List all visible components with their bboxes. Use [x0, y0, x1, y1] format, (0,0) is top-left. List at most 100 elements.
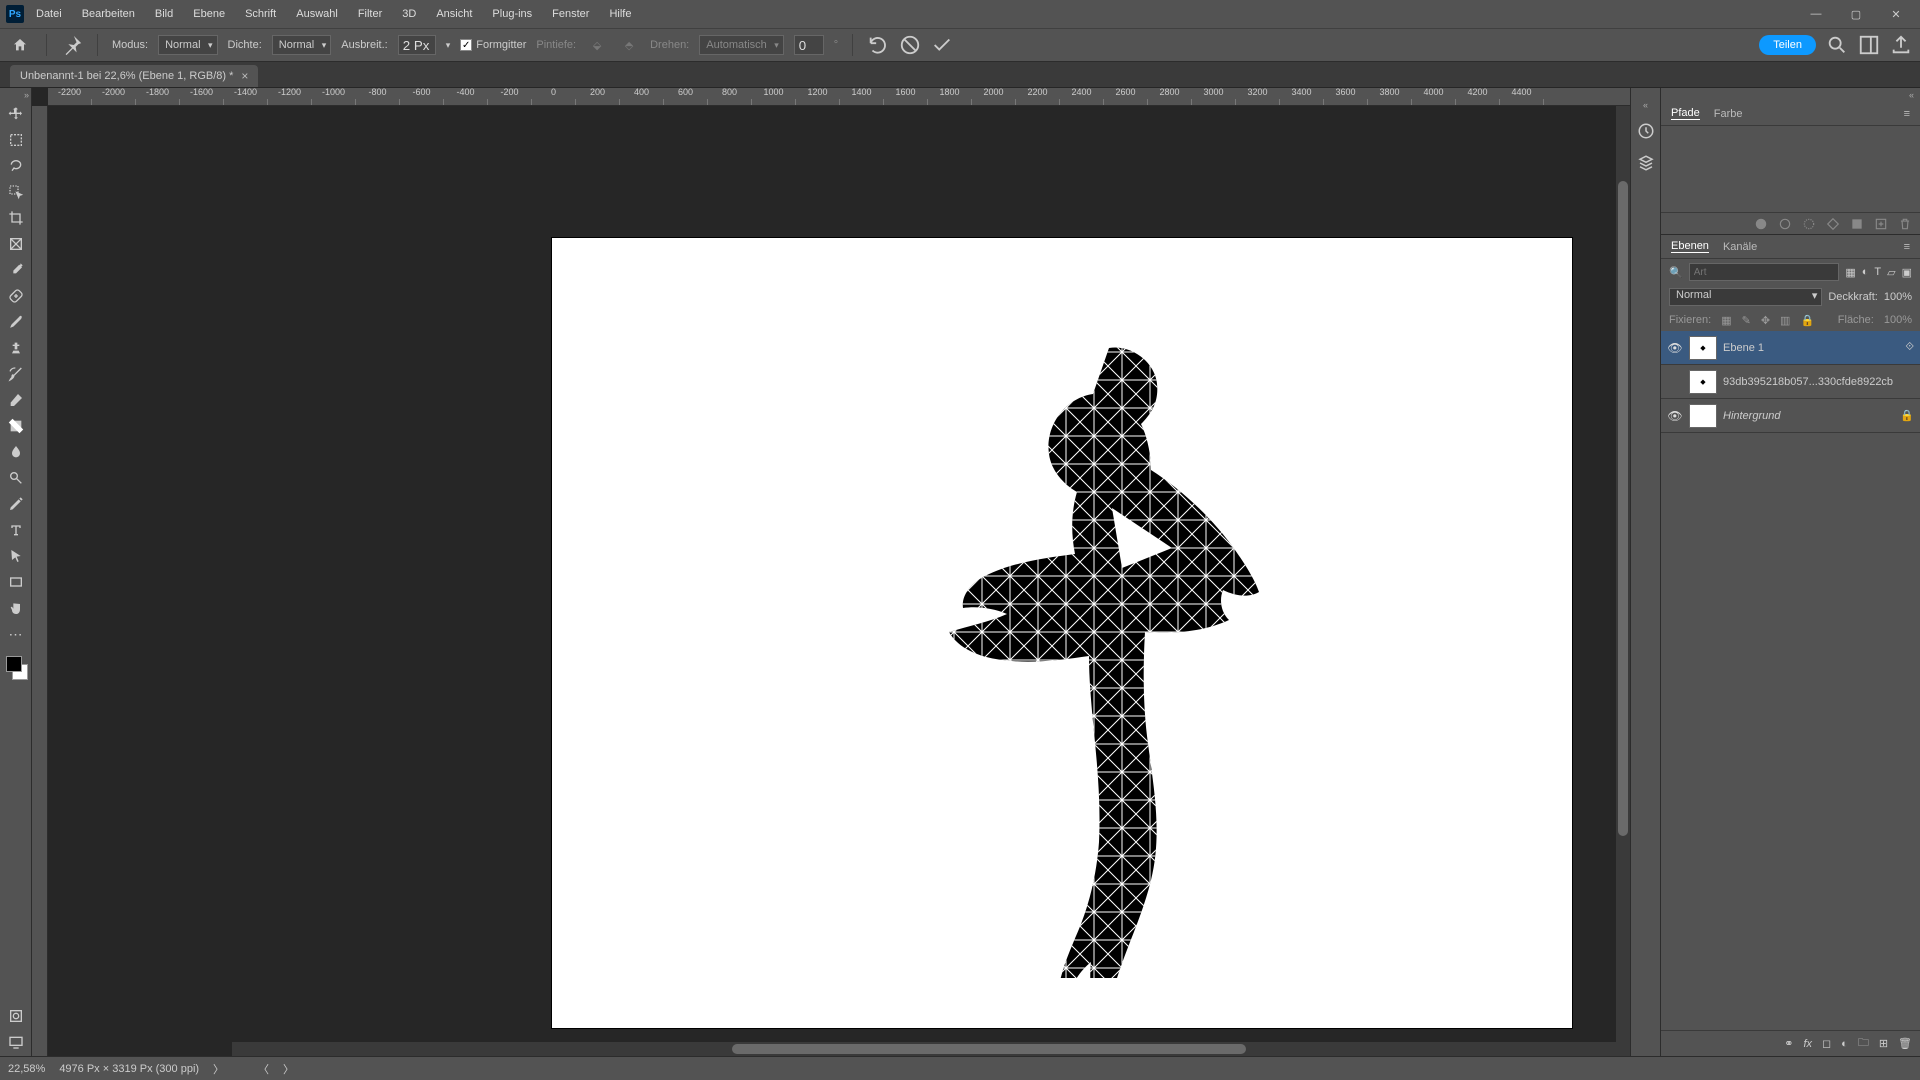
doc-info[interactable]: 4976 Px × 3319 Px (300 ppi) — [59, 1063, 199, 1075]
layer-thumbnail[interactable]: ◆ — [1689, 336, 1717, 360]
frame-tool[interactable] — [2, 232, 30, 256]
filter-shape-icon[interactable]: ▱ — [1887, 266, 1895, 279]
layer-thumbnail[interactable]: ◆ — [1689, 370, 1717, 394]
dodge-tool[interactable] — [2, 466, 30, 490]
tab-pfade[interactable]: Pfade — [1671, 107, 1700, 120]
filter-adjust-icon[interactable]: ◐ — [1862, 266, 1869, 278]
timeline-prev-icon[interactable]: 〈 — [258, 1061, 269, 1077]
selection-to-path-icon[interactable] — [1826, 217, 1840, 231]
canvas-area[interactable]: -2200-2000-1800-1600-1400-1200-1000-800-… — [32, 88, 1660, 1056]
workspace-button[interactable] — [1858, 34, 1880, 56]
blur-tool[interactable] — [2, 440, 30, 464]
layer-filter-input[interactable] — [1689, 263, 1840, 281]
window-close[interactable]: ✕ — [1878, 2, 1914, 26]
brush-tool[interactable] — [2, 310, 30, 334]
foreground-color[interactable] — [6, 656, 22, 672]
layer-visibility-icon[interactable] — [1667, 374, 1683, 390]
menu-auswahl[interactable]: Auswahl — [288, 4, 346, 24]
menu-ansicht[interactable]: Ansicht — [428, 4, 480, 24]
fill-path-icon[interactable] — [1754, 217, 1768, 231]
home-button[interactable] — [8, 33, 32, 57]
lock-nest-icon[interactable]: ▥ — [1780, 314, 1790, 327]
layers-panel-menu-icon[interactable]: ≡ — [1904, 241, 1910, 253]
doc-info-chevron[interactable]: 〉 — [213, 1061, 224, 1077]
lock-paint-icon[interactable]: ✎ — [1742, 314, 1751, 327]
zoom-level[interactable]: 22,58% — [8, 1063, 45, 1075]
tab-ebenen[interactable]: Ebenen — [1671, 240, 1709, 253]
vertical-scrollbar[interactable] — [1616, 106, 1630, 1042]
opacity-value[interactable]: 100% — [1884, 291, 1912, 303]
add-mask-icon[interactable] — [1850, 217, 1864, 231]
path-select-tool[interactable] — [2, 544, 30, 568]
crop-tool[interactable] — [2, 206, 30, 230]
tab-farbe[interactable]: Farbe — [1714, 108, 1743, 120]
type-tool[interactable] — [2, 518, 30, 542]
new-path-icon[interactable] — [1874, 217, 1888, 231]
pen-tool[interactable] — [2, 492, 30, 516]
search-button[interactable] — [1826, 34, 1848, 56]
layer-mask-icon[interactable]: ◻ — [1822, 1037, 1831, 1050]
rectangle-tool[interactable] — [2, 570, 30, 594]
panel-menu-icon[interactable]: ≡ — [1904, 108, 1910, 120]
gradient-tool[interactable] — [2, 414, 30, 438]
filter-smart-icon[interactable]: ▣ — [1902, 266, 1912, 279]
clone-stamp-tool[interactable] — [2, 336, 30, 360]
dichte-dropdown[interactable]: Normal — [272, 35, 331, 55]
screen-mode-tool[interactable] — [2, 1030, 30, 1054]
lock-pos-icon[interactable]: ✥ — [1761, 314, 1770, 327]
tab-kanaele[interactable]: Kanäle — [1723, 241, 1757, 253]
quick-mask-tool[interactable] — [2, 1004, 30, 1028]
layer-row[interactable]: 👁◆Ebene 1⟐ — [1661, 331, 1920, 365]
layer-visibility-icon[interactable]: 👁 — [1667, 408, 1683, 424]
cancel-button[interactable] — [899, 34, 921, 56]
menu-datei[interactable]: Datei — [28, 4, 70, 24]
move-tool[interactable] — [2, 102, 30, 126]
layer-name[interactable]: 93db395218b057...330cfde8922cb — [1723, 376, 1914, 388]
document-canvas[interactable] — [552, 238, 1572, 1028]
menu-schrift[interactable]: Schrift — [237, 4, 284, 24]
lock-icon[interactable]: 🔒 — [1900, 409, 1914, 422]
object-select-tool[interactable] — [2, 180, 30, 204]
eyedropper-tool[interactable] — [2, 258, 30, 282]
toolbox-expand-icon[interactable]: » — [24, 90, 29, 100]
new-layer-icon[interactable]: ⊞ — [1879, 1037, 1888, 1050]
layer-visibility-icon[interactable]: 👁 — [1667, 340, 1683, 356]
hand-tool[interactable] — [2, 596, 30, 620]
share-button[interactable]: Teilen — [1759, 35, 1816, 55]
commit-button[interactable] — [931, 34, 953, 56]
layer-fx-icon[interactable]: fx — [1803, 1038, 1812, 1050]
delete-path-icon[interactable] — [1898, 217, 1912, 231]
horizontal-scrollbar[interactable] — [232, 1042, 1660, 1056]
history-brush-tool[interactable] — [2, 362, 30, 386]
export-button[interactable] — [1890, 34, 1912, 56]
layer-name[interactable]: Ebene 1 — [1723, 342, 1899, 354]
menu-ebene[interactable]: Ebene — [185, 4, 233, 24]
window-minimize[interactable]: — — [1798, 2, 1834, 26]
rect-marquee-tool[interactable] — [2, 128, 30, 152]
document-tab[interactable]: Unbenannt-1 bei 22,6% (Ebene 1, RGB/8) *… — [10, 65, 258, 87]
panel-collapse-icon[interactable]: « — [1661, 88, 1920, 102]
canvas-artwork[interactable] — [912, 338, 1262, 978]
filter-pixel-icon[interactable]: ▦ — [1845, 266, 1855, 279]
window-maximize[interactable]: ▢ — [1838, 2, 1874, 26]
link-layers-icon[interactable]: ⚭ — [1784, 1037, 1793, 1050]
timeline-next-icon[interactable]: 〉 — [283, 1061, 294, 1077]
menu-fenster[interactable]: Fenster — [544, 4, 597, 24]
filter-type-icon[interactable]: T — [1874, 266, 1881, 278]
menu-bild[interactable]: Bild — [147, 4, 181, 24]
edit-toolbar[interactable]: ⋯ — [2, 622, 30, 646]
menu-filter[interactable]: Filter — [350, 4, 390, 24]
adjustment-layer-icon[interactable]: ◐ — [1841, 1038, 1848, 1050]
lock-trans-icon[interactable]: ▦ — [1721, 314, 1731, 327]
history-panel-icon[interactable] — [1635, 120, 1657, 142]
stroke-path-icon[interactable] — [1778, 217, 1792, 231]
fill-value[interactable]: 100% — [1884, 314, 1912, 326]
menu-3d[interactable]: 3D — [394, 4, 424, 24]
lock-all-icon[interactable]: 🔒 — [1800, 314, 1814, 327]
properties-panel-icon[interactable] — [1635, 152, 1657, 174]
close-tab-icon[interactable]: × — [241, 69, 248, 83]
delete-layer-icon[interactable]: 🗑 — [1898, 1037, 1912, 1050]
menu-hilfe[interactable]: Hilfe — [601, 4, 639, 24]
path-to-selection-icon[interactable] — [1802, 217, 1816, 231]
blend-mode-dropdown[interactable]: Normal — [1669, 288, 1822, 306]
